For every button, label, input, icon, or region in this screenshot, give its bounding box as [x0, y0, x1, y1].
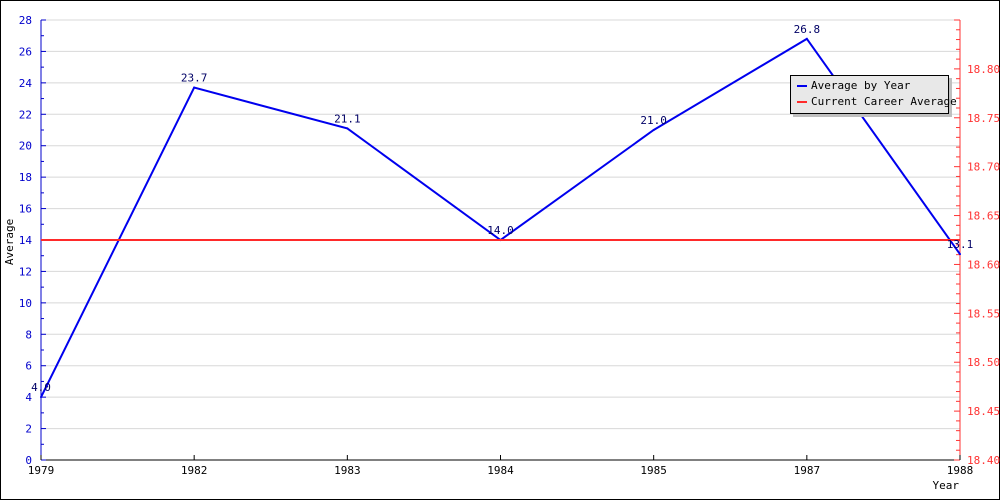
x-tick-label: 1982 — [181, 464, 208, 477]
x-axis-label: Year — [933, 479, 960, 492]
x-axis-ticks: 1979 1982 1983 1984 1985 1987 1988 — [28, 455, 974, 477]
data-label: 26.8 — [794, 23, 821, 36]
legend-swatch-blue — [797, 85, 807, 87]
left-tick-label: 16 — [19, 203, 32, 216]
left-tick-label: 20 — [19, 140, 32, 153]
right-tick-label: 18.50 — [967, 356, 1000, 369]
legend: Average by Year Current Career Average — [790, 75, 957, 114]
left-tick-label: 2 — [25, 423, 32, 436]
left-tick-label: 6 — [25, 360, 32, 373]
x-tick-label: 1985 — [640, 464, 667, 477]
right-tick-label: 18.65 — [967, 210, 1000, 223]
right-tick-label: 18.60 — [967, 258, 1000, 271]
x-tick-label: 1988 — [947, 464, 974, 477]
right-tick-label: 18.70 — [967, 161, 1000, 174]
y-axis-label: Average — [3, 219, 16, 265]
left-tick-label: 18 — [19, 171, 32, 184]
data-label: 21.1 — [334, 112, 361, 125]
right-tick-label: 18.75 — [967, 112, 1000, 125]
legend-item-average-by-year: Average by Year — [797, 79, 910, 93]
legend-label: Average by Year — [811, 79, 911, 92]
left-tick-label: 8 — [25, 328, 32, 341]
data-label: 21.0 — [640, 114, 667, 127]
left-tick-label: 22 — [19, 108, 32, 121]
legend-label: Current Career Average — [811, 95, 957, 108]
data-label: 13.1 — [947, 238, 974, 251]
data-point — [40, 396, 42, 399]
right-tick-label: 18.80 — [967, 63, 1000, 76]
left-tick-label: 28 — [19, 14, 32, 27]
x-tick-label: 1979 — [28, 464, 55, 477]
data-label: 4.0 — [31, 381, 51, 394]
data-point — [805, 37, 808, 40]
right-tick-label: 18.45 — [967, 405, 1000, 418]
right-tick-label: 18.55 — [967, 307, 1000, 320]
left-tick-label: 10 — [19, 297, 32, 310]
data-point — [193, 86, 196, 89]
x-tick-label: 1983 — [334, 464, 361, 477]
data-label: 14.0 — [487, 224, 514, 237]
data-point — [346, 127, 349, 130]
legend-swatch-red — [797, 101, 807, 103]
left-tick-label: 14 — [19, 234, 33, 247]
data-point — [959, 253, 961, 256]
x-tick-label: 1987 — [794, 464, 821, 477]
left-tick-label: 24 — [19, 77, 33, 90]
legend-item-career-average: Current Career Average — [797, 95, 957, 109]
data-point — [652, 129, 655, 131]
left-tick-label: 26 — [19, 45, 32, 58]
data-label: 23.7 — [181, 72, 208, 85]
x-tick-label: 1984 — [487, 464, 514, 477]
left-tick-label: 12 — [19, 265, 32, 278]
